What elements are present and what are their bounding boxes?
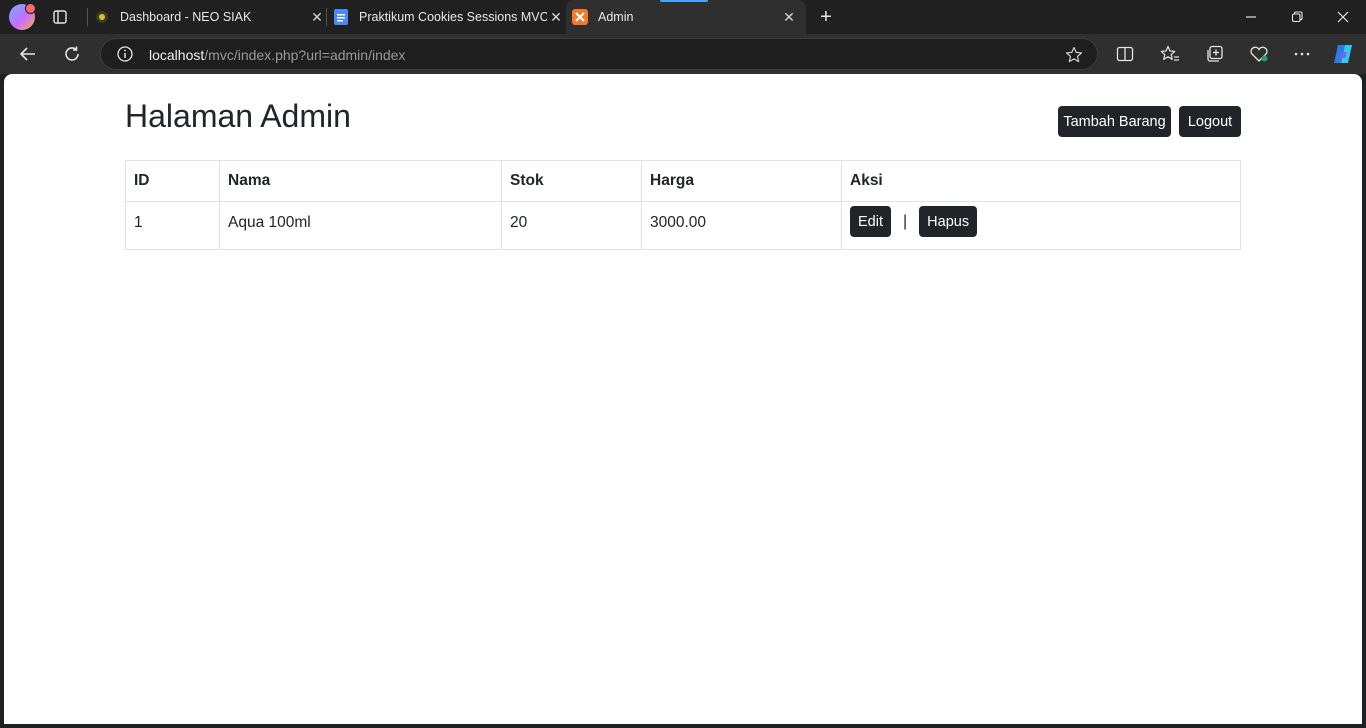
add-item-button[interactable]: Tambah Barang bbox=[1058, 106, 1171, 137]
url-text[interactable]: localhost/mvc/index.php?url=admin/index bbox=[149, 47, 405, 63]
refresh-icon[interactable] bbox=[57, 40, 87, 68]
tab-title: Dashboard - NEO SIAK bbox=[120, 10, 252, 24]
google-docs-favicon-icon bbox=[333, 9, 349, 25]
browser-toolbar: localhost/mvc/index.php?url=admin/index bbox=[0, 34, 1366, 74]
column-header-id: ID bbox=[125, 160, 220, 202]
column-header-harga: Harga bbox=[641, 160, 842, 202]
column-header-stok: Stok bbox=[501, 160, 642, 202]
address-bar[interactable]: localhost/mvc/index.php?url=admin/index bbox=[100, 38, 1098, 70]
favorite-star-icon[interactable] bbox=[1065, 46, 1083, 64]
page-viewport: Halaman Admin Tambah Barang Logout ID Na… bbox=[4, 74, 1362, 724]
tab-praktikum[interactable]: Praktikum Cookies Sessions MVC ✕ bbox=[333, 0, 565, 34]
site-info-icon[interactable] bbox=[117, 46, 133, 62]
cell-nama: Aqua 100ml bbox=[219, 201, 502, 250]
cell-harga: 3000.00 bbox=[641, 201, 842, 250]
neo-siak-favicon-icon bbox=[94, 9, 110, 25]
copilot-icon[interactable] bbox=[1328, 40, 1358, 68]
column-header-nama: Nama bbox=[219, 160, 502, 202]
delete-button[interactable]: Hapus bbox=[919, 206, 978, 237]
tab-dashboard[interactable]: Dashboard - NEO SIAK ✕ bbox=[94, 0, 326, 34]
cell-stok: 20 bbox=[501, 201, 642, 250]
close-icon[interactable]: ✕ bbox=[547, 8, 565, 26]
items-table: ID Nama Stok Harga Aksi 1 Aqua 100ml 20 … bbox=[125, 160, 1241, 250]
favorites-icon[interactable] bbox=[1155, 40, 1185, 68]
edit-button[interactable]: Edit bbox=[850, 206, 891, 237]
cell-id: 1 bbox=[125, 201, 220, 250]
table-row: 1 Aqua 100ml 20 3000.00 Edit | Hapus bbox=[125, 201, 1241, 250]
profile-avatar[interactable] bbox=[9, 3, 36, 30]
close-icon[interactable]: ✕ bbox=[308, 8, 326, 26]
back-icon[interactable] bbox=[13, 40, 43, 68]
more-options-icon[interactable] bbox=[1287, 40, 1317, 68]
table-header-row: ID Nama Stok Harga Aksi bbox=[125, 160, 1241, 202]
minimize-icon[interactable] bbox=[1228, 0, 1274, 34]
page-title: Halaman Admin bbox=[125, 98, 351, 134]
cell-aksi: Edit | Hapus bbox=[841, 201, 1241, 250]
new-tab-icon[interactable]: + bbox=[814, 5, 838, 29]
tab-admin[interactable]: Admin ✕ bbox=[566, 0, 806, 34]
logout-button[interactable]: Logout bbox=[1179, 106, 1241, 137]
tab-title: Admin bbox=[598, 10, 634, 24]
tab-actions-icon[interactable] bbox=[48, 6, 72, 28]
tab-strip: Dashboard - NEO SIAK ✕ Praktikum Cookies… bbox=[0, 0, 1366, 34]
row-actions: Edit | Hapus bbox=[850, 206, 1232, 237]
close-icon[interactable]: ✕ bbox=[780, 8, 798, 26]
collections-icon[interactable] bbox=[1200, 40, 1230, 68]
xampp-favicon-icon bbox=[572, 9, 588, 25]
tab-separator bbox=[87, 8, 88, 26]
tab-title: Praktikum Cookies Sessions MVC bbox=[359, 10, 547, 24]
action-separator: | bbox=[903, 212, 908, 230]
url-host: localhost bbox=[149, 47, 205, 63]
split-screen-icon[interactable] bbox=[1110, 40, 1140, 68]
tab-separator bbox=[326, 8, 327, 26]
url-path: /mvc/index.php?url=admin/index bbox=[204, 47, 406, 63]
browser-essentials-icon[interactable] bbox=[1244, 40, 1274, 68]
column-header-aksi: Aksi bbox=[841, 160, 1241, 202]
restore-icon[interactable] bbox=[1274, 0, 1320, 34]
window-close-icon[interactable] bbox=[1320, 0, 1366, 34]
